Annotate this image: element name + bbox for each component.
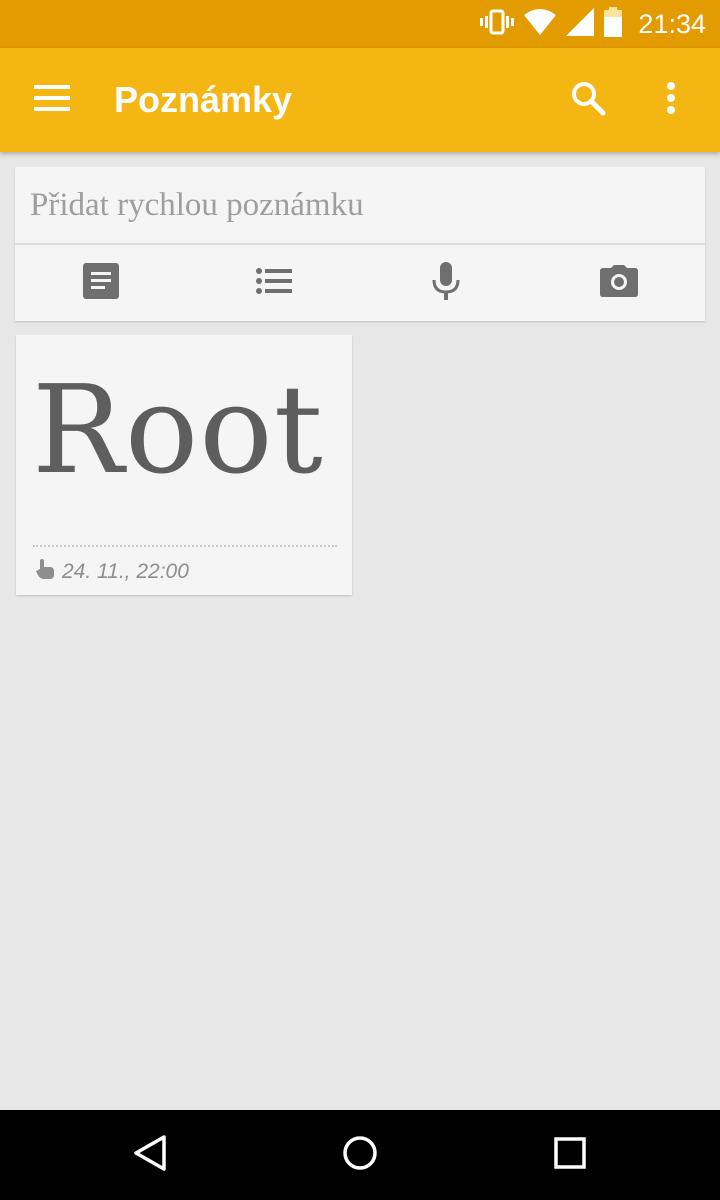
more-vert-icon [666,81,676,119]
battery-icon [604,6,623,42]
note-title: Root [32,359,324,501]
quick-note-input[interactable] [15,167,705,243]
reminder-hand-icon [36,559,54,584]
camera-icon [599,264,638,302]
back-icon [133,1134,167,1177]
note-card[interactable]: Root 24. 11., 22:00 [16,335,352,595]
note-icon [83,262,120,304]
more-options-button[interactable] [648,76,694,124]
back-button[interactable] [120,1125,180,1185]
search-icon [570,80,606,121]
voice-note-button[interactable] [360,245,533,321]
signal-icon [566,7,595,41]
quick-note-card [15,167,705,321]
new-list-button[interactable] [188,245,361,321]
recents-icon [554,1136,586,1174]
home-button[interactable] [330,1125,390,1185]
mic-icon [432,261,460,305]
app-bar: Poznámky [0,48,720,152]
note-meta: 24. 11., 22:00 [36,559,189,584]
home-icon [342,1135,378,1176]
page-title: Poznámky [114,79,293,120]
status-icons: 21:34 [480,0,706,48]
menu-button[interactable] [22,78,82,122]
new-text-note-button[interactable] [15,245,188,321]
photo-note-button[interactable] [533,245,706,321]
wifi-icon [524,8,557,40]
status-time: 21:34 [638,8,706,39]
status-bar: 21:34 [0,0,720,48]
navigation-bar [0,1110,720,1200]
vibrate-icon [480,9,515,40]
note-separator [33,545,337,547]
menu-icon [34,84,70,116]
recents-button[interactable] [540,1125,600,1185]
search-button[interactable] [562,76,614,124]
list-icon [255,267,292,300]
note-timestamp: 24. 11., 22:00 [62,559,189,583]
quick-note-actions [15,245,705,321]
